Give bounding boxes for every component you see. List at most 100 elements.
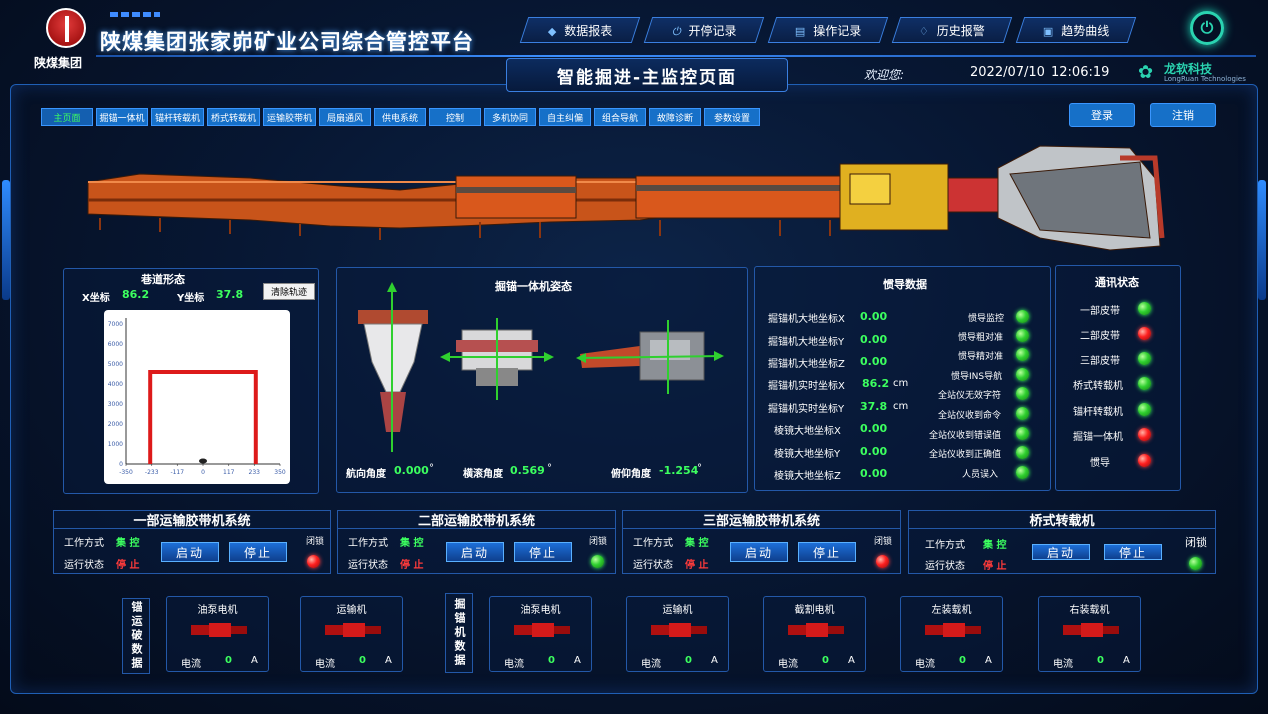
current-label: 电流	[1053, 659, 1073, 670]
mode-value: 集 控	[400, 538, 424, 549]
lock-indicator	[876, 555, 889, 568]
status-value: 停 止	[983, 561, 1007, 572]
inertial-row-value: 0.00	[860, 422, 888, 435]
x-tick-label: -350	[119, 469, 133, 476]
status-value: 停 止	[116, 560, 140, 571]
y-coord-label: Y坐标	[177, 293, 205, 304]
ins-status-indicator	[1016, 329, 1029, 342]
clear-track-button[interactable]: 清除轨迹	[263, 283, 315, 300]
inertial-row-value: 0.00	[860, 310, 888, 323]
current-value: 0	[225, 655, 232, 666]
inertial-row-value: 37.8	[860, 400, 888, 413]
start-button[interactable]: 启动	[1032, 544, 1090, 560]
inertial-row-value: 0.00	[860, 355, 888, 368]
ins-status-indicator	[1016, 446, 1029, 459]
belt-system-3: 三部运输胶带机系统 工作方式 集 控 运行状态 停 止 启动 停止 闭锁	[622, 510, 901, 574]
stop-button[interactable]: 停止	[1104, 544, 1162, 560]
tab-bridge-transfer[interactable]: 桥式转载机	[207, 108, 260, 126]
x-tick-label: 233	[249, 469, 261, 476]
tab-combined-nav[interactable]: 组合导航	[594, 108, 646, 126]
right-deco	[1258, 180, 1266, 300]
inertial-row-value: 0.00	[860, 333, 888, 346]
ins-status-label: 人员误入	[962, 470, 999, 480]
comm-item-label: 掘锚一体机	[1073, 432, 1123, 443]
start-button[interactable]: 启动	[446, 542, 504, 562]
mode-label: 工作方式	[348, 538, 388, 549]
current-value: 0	[685, 655, 692, 666]
logout-button[interactable]: 注销	[1150, 103, 1216, 127]
company-logo: 陕煤集团	[34, 8, 92, 70]
x-tick-label: 0	[201, 469, 205, 476]
nav-history-alarm[interactable]: ♢ 历史报警	[891, 17, 1013, 43]
status-value: 停 止	[685, 560, 709, 571]
equipment-title: 截割电机	[794, 605, 835, 616]
current-value: 0	[959, 655, 966, 666]
dragon-icon: ✿	[1138, 62, 1154, 83]
motor-icon	[788, 623, 844, 637]
nav-trend-curve[interactable]: ▣ 趋势曲线	[1015, 17, 1137, 43]
equipment-card: 左装载机 电流 0 A	[900, 596, 1003, 672]
brand-sub: LongRuan Technologies	[1164, 75, 1246, 83]
y-tick-label: 2000	[108, 421, 123, 428]
tab-anchor-transfer[interactable]: 锚杆转载机	[151, 108, 204, 126]
tab-bolter-miner[interactable]: 掘锚一体机	[96, 108, 148, 126]
comm-indicator	[1138, 428, 1151, 441]
welcome-label: 欢迎您:	[864, 68, 905, 82]
roadway-title: 巷道形态	[141, 273, 185, 286]
inertial-row-label: 棱镜大地坐标Z	[774, 471, 841, 482]
x-tick-label: -233	[145, 469, 159, 476]
ins-status-label: 惯导精对准	[958, 352, 1004, 362]
inertial-row-label: 掘锚机大地坐标Z	[768, 359, 845, 370]
equipment-card: 右装载机 电流 0 A	[1038, 596, 1141, 672]
tab-belt-conveyor[interactable]: 运输胶带机	[263, 108, 316, 126]
pitch-unit: °	[697, 463, 702, 474]
top-view	[358, 282, 428, 452]
tab-parameters[interactable]: 参数设置	[704, 108, 760, 126]
nav-operation-log[interactable]: ▤ 操作记录	[767, 17, 889, 43]
ins-status-indicator	[1016, 466, 1029, 479]
nav-data-report[interactable]: ◆ 数据报表	[519, 17, 641, 43]
roadway-chart: 0 1000 2000 3000 4000 5000 6000 7000 -350 -233 -11…	[104, 310, 290, 484]
equipment-card: 运输机 电流 0 A	[626, 596, 729, 672]
lock-indicator	[591, 555, 604, 568]
equipment-title: 运输机	[336, 605, 367, 616]
tunneling-equipment-illustration	[87, 145, 1165, 251]
y-tick-label: 0	[119, 461, 123, 468]
system-title: 桥式转载机	[909, 511, 1215, 529]
start-button[interactable]: 启动	[730, 542, 788, 562]
system-title: 三部运输胶带机系统	[623, 511, 900, 529]
side-view	[576, 320, 724, 394]
lock-label: 闭锁	[306, 537, 325, 547]
inertial-row-unit: cm	[893, 378, 909, 389]
system-title: 一部运输胶带机系统	[54, 511, 330, 529]
start-button[interactable]: 启动	[161, 542, 219, 562]
stop-button[interactable]: 停止	[229, 542, 287, 562]
tab-power-supply[interactable]: 供电系统	[374, 108, 426, 126]
inertial-row-label: 掘锚机大地坐标Y	[768, 337, 845, 348]
tab-control[interactable]: 控制	[429, 108, 481, 126]
nav-start-stop-log[interactable]: ⏻ 开停记录	[643, 17, 765, 43]
front-view	[440, 318, 554, 400]
left-deco	[2, 180, 10, 300]
motor-icon	[1063, 623, 1119, 637]
power-icon: ⏻	[1200, 18, 1214, 37]
power-button[interactable]: ⏻	[1190, 11, 1224, 45]
tab-main[interactable]: 主页面	[41, 108, 93, 126]
document-icon: ▤	[794, 24, 806, 38]
current-time: 12:06:19	[1051, 65, 1110, 80]
tab-fault-diagnosis[interactable]: 故障诊断	[649, 108, 701, 126]
tab-ventilation[interactable]: 局扇通风	[319, 108, 371, 126]
roadway-outline	[148, 370, 258, 464]
stop-button[interactable]: 停止	[514, 542, 572, 562]
title-deco	[110, 12, 160, 17]
x-coord-label: X坐标	[82, 293, 110, 304]
tab-multi-machine[interactable]: 多机协同	[484, 108, 536, 126]
stop-button[interactable]: 停止	[798, 542, 856, 562]
login-button[interactable]: 登录	[1069, 103, 1135, 127]
roll-value: 0.569	[510, 464, 545, 477]
pitch-label: 俯仰角度	[611, 469, 651, 480]
heading-label: 航向角度	[346, 469, 386, 480]
mode-label: 工作方式	[633, 538, 673, 549]
roll-label: 横滚角度	[463, 469, 503, 480]
tab-auto-correction[interactable]: 自主纠偏	[539, 108, 591, 126]
